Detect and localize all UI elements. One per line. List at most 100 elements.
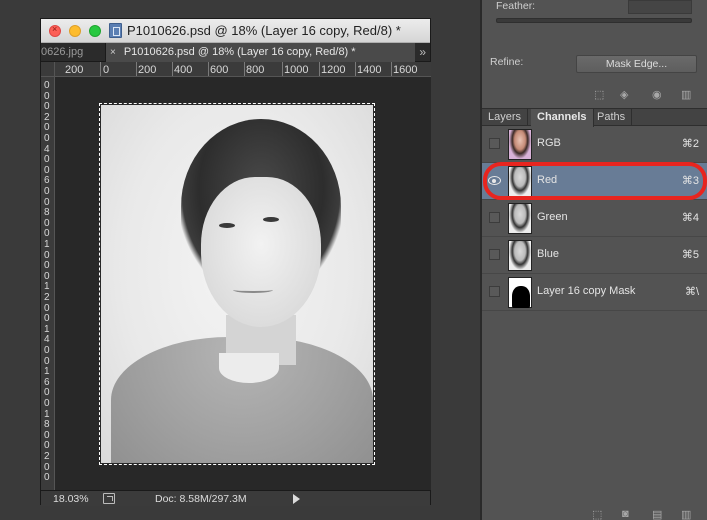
ruler-tick-label: 2	[44, 292, 50, 303]
minimize-window-button[interactable]	[69, 25, 81, 37]
ruler-tick-label: 0	[44, 90, 50, 102]
maximize-window-button[interactable]	[89, 25, 101, 37]
ruler-tick-label: 0	[44, 398, 50, 409]
feather-input[interactable]	[628, 0, 692, 14]
channel-row-rgb[interactable]: RGB ⌘2	[482, 126, 707, 163]
visibility-icon[interactable]: ◉	[652, 88, 662, 101]
channel-row-mask[interactable]: Layer 16 copy Mask ⌘\	[482, 274, 707, 311]
tab-paths[interactable]: Paths	[591, 109, 633, 126]
channel-shortcut: ⌘\	[684, 286, 699, 298]
ruler-tick-label: 1	[44, 408, 50, 420]
ruler-tick-label: 0	[44, 122, 50, 134]
eye-icon[interactable]	[488, 176, 501, 185]
trash-icon[interactable]: ▥	[681, 88, 691, 101]
channel-name: Layer 16 copy Mask	[537, 285, 636, 297]
close-window-button[interactable]: ×	[49, 24, 61, 37]
ruler-tick-label: 0	[44, 101, 50, 113]
channel-thumbnail	[508, 203, 532, 234]
tab-overflow-icon[interactable]: »	[419, 45, 426, 59]
channel-row-blue[interactable]: Blue ⌘5	[482, 237, 707, 274]
load-channel-selection-icon[interactable]: ⬚	[592, 508, 602, 520]
channel-thumbnail	[508, 277, 532, 308]
ruler-corner[interactable]	[41, 62, 55, 77]
channel-row-green[interactable]: Green ⌘4	[482, 200, 707, 237]
channel-name: Red	[537, 174, 558, 186]
ruler-tick-label: 6	[44, 376, 50, 388]
feather-label: Feather:	[496, 0, 536, 12]
ruler-tick-label: 8	[44, 419, 50, 431]
ruler-tick-label: 400	[174, 64, 193, 76]
new-channel-icon[interactable]: ▤	[652, 508, 662, 520]
ruler-tick-label: 1	[44, 323, 50, 335]
canvas-area[interactable]	[55, 77, 431, 490]
zoom-level[interactable]: 18.03%	[53, 493, 89, 505]
title-bar[interactable]: × P1010626.psd @ 18% (Layer 16 copy, Red…	[41, 19, 430, 43]
ruler-tick-label: 0	[44, 302, 50, 314]
mask-edge-button[interactable]: Mask Edge...	[576, 55, 697, 73]
ruler-tick-label: 0	[44, 154, 50, 166]
ruler-tick-label: 0	[44, 133, 50, 144]
doc-size: Doc: 8.58M/297.3M	[155, 493, 247, 505]
ruler-tick-label: 0	[44, 164, 50, 176]
ruler-tick	[319, 62, 320, 76]
ruler-tick	[355, 62, 356, 76]
tab-layers[interactable]: Layers	[482, 109, 529, 126]
ruler-tick-label: 200	[138, 64, 157, 76]
status-menu-arrow-icon[interactable]	[293, 494, 300, 504]
channels-toolbar: ⬚ ◙ ▤ ▥	[482, 508, 707, 520]
ruler-tick	[244, 62, 245, 76]
channel-visibility-toggle[interactable]	[489, 212, 500, 223]
save-selection-icon[interactable]: ◙	[622, 508, 629, 520]
channel-shortcut: ⌘2	[681, 138, 699, 150]
channel-shortcut: ⌘5	[681, 249, 699, 261]
channel-row-red[interactable]: Red ⌘3	[482, 163, 707, 200]
channel-thumbnail	[508, 166, 532, 197]
portrait-photo[interactable]	[99, 103, 375, 465]
properties-toolbar: ⬚ ◈ ◉ ▥	[482, 88, 707, 104]
ruler-tick-label: 0	[44, 228, 50, 240]
feather-slider[interactable]	[496, 18, 692, 23]
ruler-tick-label: 2	[44, 451, 50, 462]
ruler-tick-label: 8	[44, 207, 50, 219]
delete-channel-icon[interactable]: ▥	[681, 508, 691, 520]
ruler-tick	[100, 62, 101, 76]
tab-close-icon[interactable]: ×	[110, 47, 116, 58]
ruler-tick-label: 6	[44, 175, 50, 187]
tab-jpg-document[interactable]: 0626.jpg	[41, 46, 83, 58]
window-title: P1010626.psd @ 18% (Layer 16 copy, Red/8…	[127, 23, 401, 38]
close-icon: ×	[52, 24, 58, 34]
ruler-tick	[208, 62, 209, 76]
ruler-tick-label: 2	[44, 111, 50, 123]
ruler-tick-label: 1	[44, 281, 50, 293]
channel-name: Blue	[537, 248, 560, 260]
ruler-tick-label: 4	[44, 143, 50, 155]
channel-shortcut: ⌘3	[681, 175, 699, 187]
tab-psd-document[interactable]: × P1010626.psd @ 18% (Layer 16 copy, Red/…	[105, 43, 415, 62]
channel-shortcut: ⌘4	[681, 212, 699, 224]
ruler-tick-label: 0	[44, 472, 50, 484]
channel-name: Green	[537, 211, 568, 223]
channel-visibility-toggle[interactable]	[489, 138, 500, 149]
ruler-tick-label: 0	[44, 313, 50, 325]
photo-eye	[219, 223, 235, 228]
photo-mouth	[233, 287, 273, 293]
ruler-tick-label: 0	[44, 387, 50, 399]
channel-name: RGB	[537, 137, 561, 149]
ruler-tick-label: 600	[210, 64, 229, 76]
ruler-tick-label: 0	[44, 355, 50, 367]
ruler-tick-label: 200	[65, 64, 84, 76]
ruler-tick-label: 0	[44, 429, 50, 441]
ruler-tick-label: 1	[44, 366, 50, 378]
tab-channels[interactable]: Channels	[531, 109, 594, 127]
psd-file-icon	[109, 23, 122, 38]
document-window: × P1010626.psd @ 18% (Layer 16 copy, Red…	[40, 18, 431, 506]
horizontal-ruler[interactable]: 200 0 200 400 600 800 1000 1200 1400 160…	[55, 62, 431, 77]
right-panel: Feather: Refine: Mask Edge... ⬚ ◈ ◉ ▥ La…	[482, 0, 707, 520]
channel-thumbnail	[508, 129, 532, 160]
load-selection-icon[interactable]: ⬚	[594, 88, 604, 101]
apply-mask-icon[interactable]: ◈	[620, 88, 628, 101]
share-icon[interactable]	[103, 493, 115, 504]
channel-visibility-toggle[interactable]	[489, 249, 500, 260]
channel-visibility-toggle[interactable]	[489, 286, 500, 297]
vertical-ruler[interactable]: 00020040060080010001200140016001800200	[41, 77, 55, 490]
